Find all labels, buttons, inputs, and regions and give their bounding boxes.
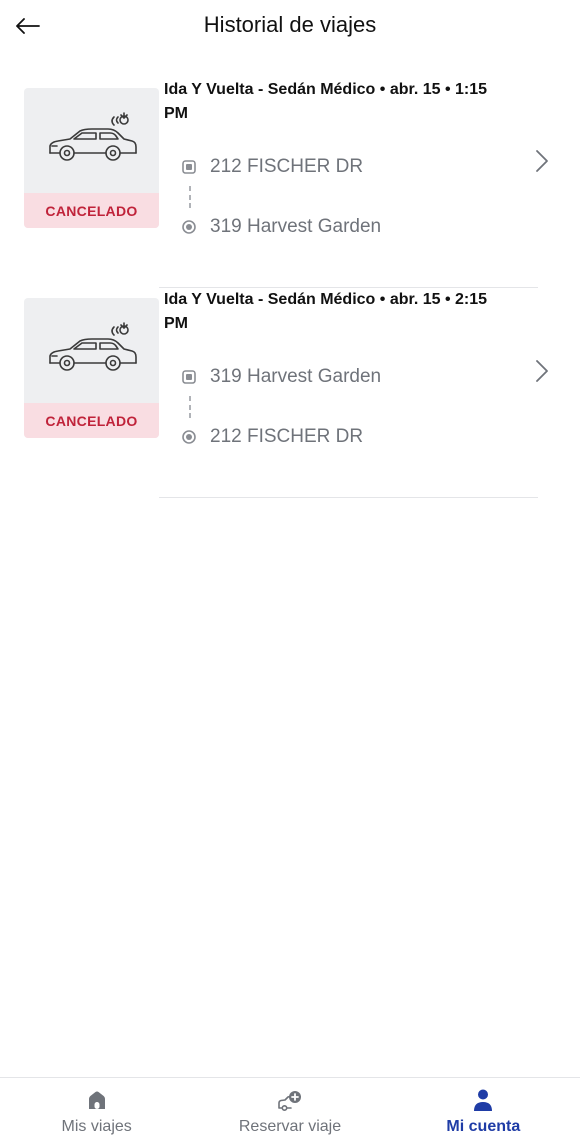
origin-address: 212 FISCHER DR <box>210 156 364 177</box>
route-connector <box>189 396 191 418</box>
trip-info: Ida Y Vuelta - Sedán Médico • abr. 15 • … <box>164 78 548 237</box>
page-title: Historial de viajes <box>203 12 377 37</box>
tab-label: Mi cuenta <box>446 1118 521 1135</box>
divider <box>159 497 538 498</box>
bottom-tab-bar: Mis viajes Reservar viaje Mi cuenta <box>0 1077 580 1143</box>
status-badge: CANCELADO <box>24 403 159 438</box>
origin-stop: 212 FISCHER DR <box>182 156 363 178</box>
tab-mis-viajes[interactable]: Mis viajes <box>0 1078 193 1143</box>
trip-thumbnail: CANCELADO <box>24 298 159 438</box>
tab-reservar-viaje[interactable]: Reservar viaje <box>193 1078 386 1143</box>
destination-address: 212 FISCHER DR <box>210 426 364 447</box>
medical-sedan-icon <box>48 112 137 161</box>
status-badge: CANCELADO <box>24 193 159 228</box>
user-icon <box>470 1088 496 1112</box>
trip-list: CANCELADO Ida Y Vuelta - Sedán Médico • … <box>0 78 580 498</box>
trip-title: Ida Y Vuelta - Sedán Médico • abr. 15 • … <box>164 291 488 332</box>
tab-mi-cuenta[interactable]: Mi cuenta <box>387 1078 580 1143</box>
chevron-right-icon[interactable] <box>534 358 550 384</box>
origin-square-icon <box>182 370 196 384</box>
trip-info: Ida Y Vuelta - Sedán Médico • abr. 15 • … <box>164 288 548 447</box>
origin-stop: 319 Harvest Garden <box>182 366 381 388</box>
origin-address: 319 Harvest Garden <box>210 366 382 387</box>
book-ride-icon <box>277 1088 303 1112</box>
destination-stop: 212 FISCHER DR <box>182 426 363 448</box>
header: Historial de viajes <box>0 0 580 54</box>
route-connector <box>189 186 191 208</box>
tab-label: Reservar viaje <box>238 1118 342 1135</box>
tab-label: Mis viajes <box>61 1118 132 1135</box>
destination-circle-icon <box>182 430 196 444</box>
destination-stop: 319 Harvest Garden <box>182 216 381 238</box>
trip-thumbnail: CANCELADO <box>24 88 159 228</box>
origin-square-icon <box>182 160 196 174</box>
home-icon <box>84 1088 110 1112</box>
destination-address: 319 Harvest Garden <box>210 216 382 237</box>
trip-card[interactable]: CANCELADO Ida Y Vuelta - Sedán Médico • … <box>0 288 580 498</box>
destination-circle-icon <box>182 220 196 234</box>
trip-card[interactable]: CANCELADO Ida Y Vuelta - Sedán Médico • … <box>0 78 580 288</box>
chevron-right-icon[interactable] <box>534 148 550 174</box>
medical-sedan-icon <box>48 322 137 371</box>
trip-title: Ida Y Vuelta - Sedán Médico • abr. 15 • … <box>164 81 488 122</box>
